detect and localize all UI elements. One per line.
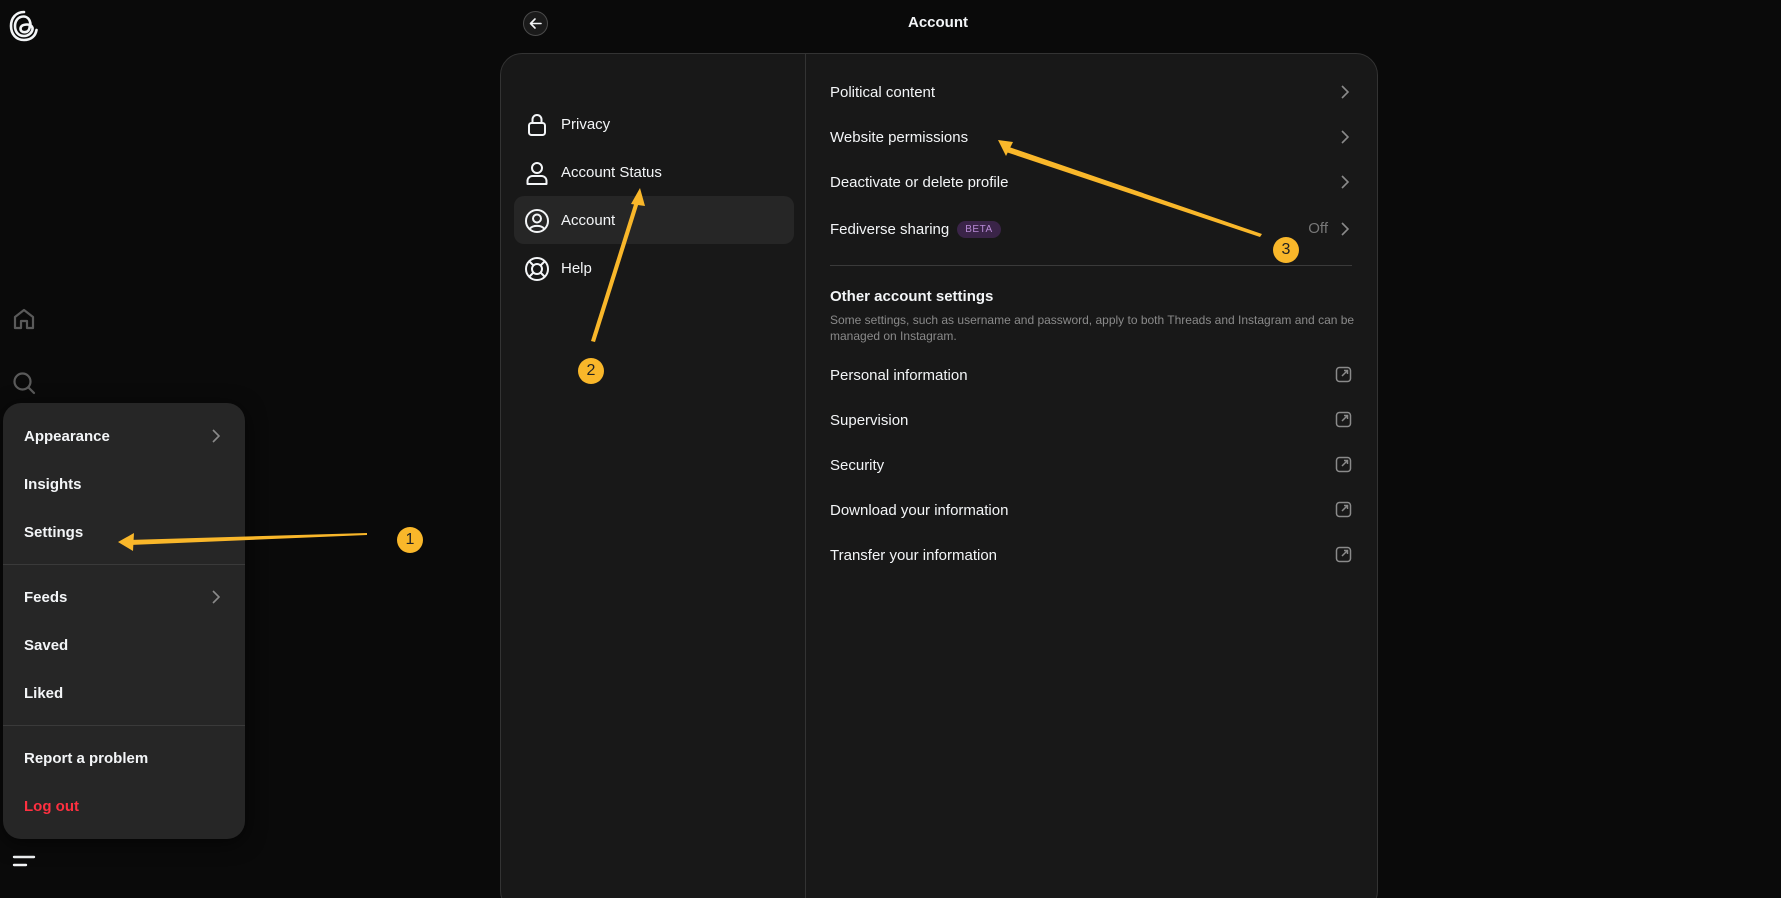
menu-item-label: Feeds <box>24 588 68 606</box>
back-button[interactable] <box>523 11 548 36</box>
row-label: Supervision <box>830 411 909 429</box>
menu-divider <box>3 564 245 565</box>
account-settings-panel: Political content Website permissions De… <box>807 54 1377 898</box>
menu-item-label: Insights <box>24 475 82 493</box>
nav-item-label: Account <box>561 211 616 229</box>
menu-item-insights[interactable]: Insights <box>3 462 245 506</box>
chevron-right-icon <box>1341 85 1350 99</box>
row-label: Download your information <box>830 501 1009 519</box>
external-link-icon <box>1335 501 1352 518</box>
section-description: Some settings, such as username and pass… <box>830 313 1355 343</box>
chevron-right-icon <box>212 429 221 443</box>
menu-divider <box>3 725 245 726</box>
row-security[interactable]: Security <box>830 443 1352 487</box>
menu-item-feeds[interactable]: Feeds <box>3 575 245 619</box>
menu-item-saved[interactable]: Saved <box>3 623 245 667</box>
account-circle-icon <box>525 209 549 233</box>
annotation-badge-3: 3 <box>1273 237 1299 263</box>
external-link-icon <box>1335 546 1352 563</box>
nav-item-label: Privacy <box>561 115 611 133</box>
external-link-icon <box>1335 366 1352 383</box>
settings-card: Privacy Account Status Account Help Poli… <box>500 53 1378 898</box>
settings-nav: Privacy Account Status Account Help <box>501 54 806 898</box>
row-label: Personal information <box>830 366 968 384</box>
row-label: Deactivate or delete profile <box>830 173 1009 191</box>
lock-icon <box>528 114 546 136</box>
row-label: Website permissions <box>830 128 969 146</box>
external-link-icon <box>1335 456 1352 473</box>
menu-item-label: Settings <box>24 523 84 541</box>
row-download-information[interactable]: Download your information <box>830 488 1352 532</box>
person-icon <box>526 162 548 185</box>
nav-item-account-status[interactable]: Account Status <box>514 148 794 196</box>
menu-icon[interactable] <box>10 848 38 876</box>
nav-item-privacy[interactable]: Privacy <box>514 100 794 148</box>
menu-item-label: Appearance <box>24 427 110 445</box>
menu-item-liked[interactable]: Liked <box>3 671 245 715</box>
row-supervision[interactable]: Supervision <box>830 398 1352 442</box>
arrow-left-icon <box>529 18 542 29</box>
row-label: Fediverse sharing <box>830 220 950 238</box>
row-website-permissions[interactable]: Website permissions <box>830 115 1352 159</box>
row-label: Security <box>830 456 885 474</box>
external-link-icon <box>1335 411 1352 428</box>
row-political-content[interactable]: Political content <box>830 70 1352 114</box>
beta-badge: BETA <box>957 220 1001 238</box>
section-divider <box>830 265 1352 266</box>
page-title: Account <box>908 14 968 31</box>
lifebuoy-icon <box>525 257 549 281</box>
nav-item-account[interactable]: Account <box>514 196 794 244</box>
chevron-right-icon <box>1341 222 1350 236</box>
chevron-right-icon <box>212 590 221 604</box>
annotation-badge-2: 2 <box>578 358 604 384</box>
nav-item-label: Account Status <box>561 163 662 181</box>
menu-item-report-problem[interactable]: Report a problem <box>3 736 245 780</box>
row-deactivate-delete[interactable]: Deactivate or delete profile <box>830 160 1352 204</box>
nav-item-help[interactable]: Help <box>514 244 794 292</box>
chevron-right-icon <box>1341 175 1350 189</box>
more-menu: Appearance Insights Settings Feeds Saved… <box>3 403 245 839</box>
section-title: Other account settings <box>830 288 994 305</box>
menu-item-label: Saved <box>24 636 69 654</box>
row-transfer-information[interactable]: Transfer your information <box>830 533 1352 577</box>
menu-item-log-out[interactable]: Log out <box>3 784 245 828</box>
menu-item-settings[interactable]: Settings <box>3 510 245 554</box>
row-label: Political content <box>830 83 936 101</box>
nav-item-label: Help <box>561 259 592 277</box>
menu-item-label: Report a problem <box>24 749 149 767</box>
fediverse-status: Off <box>1308 220 1328 237</box>
row-personal-information[interactable]: Personal information <box>830 353 1352 397</box>
annotation-badge-1: 1 <box>397 527 423 553</box>
menu-item-label: Log out <box>24 797 79 815</box>
home-icon[interactable] <box>10 305 38 333</box>
menu-item-label: Liked <box>24 684 64 702</box>
search-icon[interactable] <box>10 369 38 397</box>
threads-logo[interactable] <box>8 8 40 44</box>
chevron-right-icon <box>1341 130 1350 144</box>
menu-item-appearance[interactable]: Appearance <box>3 414 245 458</box>
row-label: Transfer your information <box>830 546 998 564</box>
